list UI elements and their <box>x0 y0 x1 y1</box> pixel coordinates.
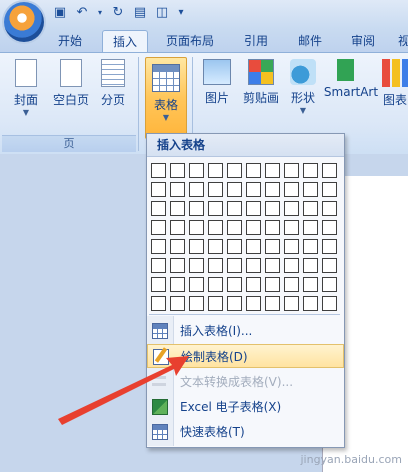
watermark: jingyan.baidu.com <box>300 453 402 466</box>
red-arrow-annotation <box>58 356 189 425</box>
office-button[interactable] <box>4 2 44 42</box>
